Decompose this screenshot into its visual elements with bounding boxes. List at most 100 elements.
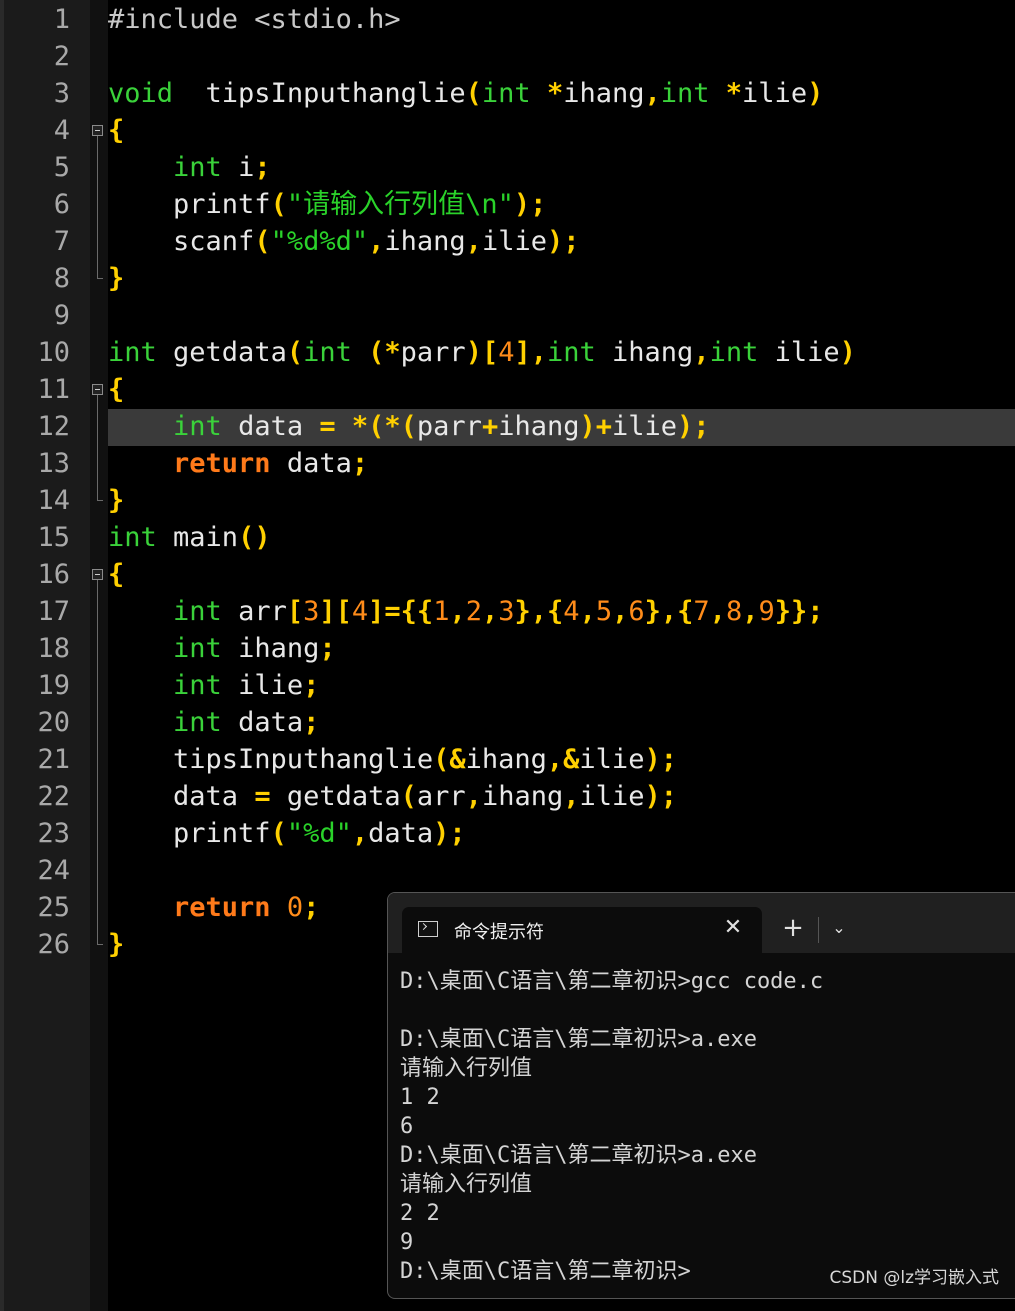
code-token: return	[173, 892, 271, 923]
code-line[interactable]: tipsInputhanglie(&ihang,&ilie);	[108, 741, 677, 778]
code-line[interactable]: {	[108, 371, 124, 408]
code-line[interactable]: printf("请输入行列值\n");	[108, 186, 546, 223]
fold-toggle-icon[interactable]	[92, 569, 103, 580]
code-token: {	[108, 559, 125, 590]
line-number: 25	[37, 892, 70, 923]
code-line[interactable]: scanf("%d%d",ihang,ilie);	[108, 223, 579, 260]
code-token: scanf	[108, 226, 255, 257]
code-token: +	[481, 411, 499, 442]
code-line[interactable]: }	[108, 260, 124, 297]
terminal-tab[interactable]: 命令提示符 ✕	[402, 907, 762, 953]
line-number: 9	[53, 300, 70, 331]
code-token: 4	[563, 596, 580, 627]
code-token: int	[481, 78, 531, 109]
code-line[interactable]: void tipsInputhanglie(int *ihang,int *il…	[108, 75, 823, 112]
terminal-line: 1 2	[400, 1085, 440, 1110]
line-number: 24	[37, 855, 70, 886]
terminal-line: 6	[400, 1114, 414, 1139]
code-token: }	[108, 929, 125, 960]
close-tab-icon[interactable]: ✕	[718, 913, 748, 943]
code-token: ,	[563, 781, 580, 812]
code-line[interactable]: int data = *(*(parr+ihang)+ilie);	[108, 408, 710, 445]
code-token: }	[108, 485, 125, 516]
code-token: ,	[481, 596, 499, 627]
code-token: ilie	[579, 744, 645, 775]
fold-toggle-icon[interactable]	[92, 125, 103, 136]
code-token: ;	[303, 707, 320, 738]
new-tab-button[interactable]: +	[778, 913, 808, 943]
code-token: printf	[108, 189, 271, 220]
code-token: ],	[514, 337, 547, 368]
code-token: 7	[693, 596, 710, 627]
code-token: (	[286, 337, 304, 368]
code-token: ;	[319, 633, 336, 664]
code-line[interactable]: int data;	[108, 704, 319, 741]
code-token: (	[270, 189, 287, 220]
line-number: 14	[37, 485, 70, 516]
code-token: ,&	[546, 744, 580, 775]
cmd-icon	[418, 921, 438, 937]
code-token: #include <stdio.h>	[108, 4, 401, 35]
code-token: },{	[644, 596, 694, 627]
line-number: 12	[37, 411, 70, 442]
code-token: 1	[433, 596, 450, 627]
fold-guide	[97, 580, 98, 944]
code-token: "%d"	[286, 818, 352, 849]
code-token: ihang	[563, 78, 645, 109]
code-line[interactable]: int arr[3][4]={{1,2,3},{4,5,6},{7,8,9}};	[108, 593, 823, 630]
terminal-line: 请输入行列值	[400, 1056, 533, 1081]
code-token: data	[368, 818, 434, 849]
code-token: tipsInputhanglie	[108, 744, 434, 775]
code-token: ][	[319, 596, 352, 627]
code-line[interactable]: int i;	[108, 149, 271, 186]
fold-guide	[97, 136, 98, 278]
code-line[interactable]: int main()	[108, 519, 271, 556]
fold-toggle-icon[interactable]	[92, 384, 103, 395]
code-token: ilie	[481, 226, 547, 257]
code-token: printf	[108, 818, 271, 849]
tab-title: 命令提示符	[454, 922, 544, 943]
code-token: int	[709, 337, 759, 368]
code-token: ,	[449, 596, 466, 627]
code-token: =	[254, 781, 271, 812]
code-line[interactable]: return 0;	[108, 889, 319, 926]
code-token: ,	[709, 596, 726, 627]
code-token: i	[221, 152, 255, 183]
code-line[interactable]: }	[108, 926, 124, 963]
code-line[interactable]: printf("%d",data);	[108, 815, 466, 852]
code-line[interactable]: #include <stdio.h>	[108, 1, 401, 38]
terminal-line: 2 2	[400, 1201, 440, 1226]
code-token: int	[173, 152, 222, 183]
code-token: {	[108, 374, 125, 405]
code-token: ilie	[221, 670, 304, 701]
code-line[interactable]: data = getdata(arr,ihang,ilie);	[108, 778, 677, 815]
code-line[interactable]: {	[108, 556, 124, 593]
code-line[interactable]: int ilie;	[108, 667, 319, 704]
code-line[interactable]: return data;	[108, 445, 368, 482]
code-line[interactable]: {	[108, 112, 124, 149]
code-token: int	[173, 707, 222, 738]
code-token: int	[108, 337, 157, 368]
code-token: ihang	[595, 337, 694, 368]
code-line[interactable]: }	[108, 482, 124, 519]
command-prompt-window[interactable]: 命令提示符 ✕ + ⌄ D:\桌面\C语言\第二章初识>gcc code.c D:…	[387, 892, 1015, 1299]
code-token: parr	[416, 411, 482, 442]
line-number: 22	[37, 781, 70, 812]
code-token: arr	[221, 596, 287, 627]
line-number: 6	[53, 189, 70, 220]
code-token: int	[173, 596, 222, 627]
code-line[interactable]: int getdata(int (*parr)[4],int ihang,int…	[108, 334, 856, 371]
code-token: tipsInputhanglie	[173, 78, 466, 109]
code-token: getdata	[270, 781, 401, 812]
terminal-line: 9	[400, 1230, 414, 1255]
chevron-down-icon[interactable]: ⌄	[826, 915, 852, 941]
code-line[interactable]: int ihang;	[108, 630, 336, 667]
code-token: );	[513, 189, 547, 220]
